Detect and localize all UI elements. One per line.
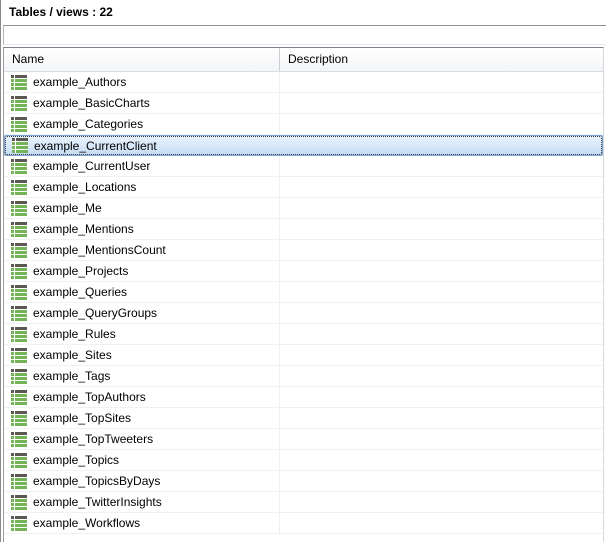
- table-icon: [11, 411, 27, 426]
- filter-input[interactable]: [3, 25, 606, 45]
- table-icon: [11, 285, 27, 300]
- row-name: example_TopicsByDays: [33, 474, 160, 488]
- row-name: example_Me: [33, 201, 102, 215]
- row-name: example_Authors: [33, 75, 126, 89]
- row-name: example_BasicCharts: [33, 96, 150, 110]
- list-body: example_Authors example_BasicCharts exam…: [4, 72, 603, 534]
- row-description: [281, 136, 602, 155]
- row-description: [280, 492, 603, 512]
- row-name: example_MentionsCount: [33, 243, 166, 257]
- table-row[interactable]: example_TwitterInsights: [4, 492, 603, 513]
- table-icon: [11, 180, 27, 195]
- table-icon: [11, 369, 27, 384]
- table-row[interactable]: example_MentionsCount: [4, 240, 603, 261]
- tables-list: Name Description example_Authors example…: [3, 47, 604, 542]
- row-name: example_Workflows: [33, 516, 140, 530]
- table-icon: [11, 243, 27, 258]
- table-icon: [11, 327, 27, 342]
- panel-title: Tables / views : 22: [1, 0, 606, 25]
- table-row[interactable]: example_Authors: [4, 72, 603, 93]
- table-icon: [11, 201, 27, 216]
- row-description: [280, 114, 603, 134]
- row-name: example_Sites: [33, 348, 112, 362]
- table-row[interactable]: example_BasicCharts: [4, 93, 603, 114]
- row-name: example_Rules: [33, 327, 116, 341]
- row-description: [280, 324, 603, 344]
- table-icon: [11, 117, 27, 132]
- row-description: [280, 156, 603, 176]
- table-icon: [12, 138, 28, 153]
- row-description: [280, 366, 603, 386]
- row-description: [280, 450, 603, 470]
- row-description: [280, 303, 603, 323]
- table-row[interactable]: example_Categories: [4, 114, 603, 135]
- table-icon: [11, 516, 27, 531]
- table-icon: [11, 159, 27, 174]
- table-row[interactable]: example_Tags: [4, 366, 603, 387]
- row-description: [280, 513, 603, 533]
- table-row[interactable]: example_Projects: [4, 261, 603, 282]
- table-icon: [11, 432, 27, 447]
- table-row[interactable]: example_Queries: [4, 282, 603, 303]
- table-icon: [11, 306, 27, 321]
- row-name: example_TwitterInsights: [33, 495, 162, 509]
- row-name: example_Locations: [33, 180, 136, 194]
- row-name: example_TopAuthors: [33, 390, 146, 404]
- row-name: example_Projects: [33, 264, 128, 278]
- list-header: Name Description: [4, 48, 603, 72]
- column-header-description[interactable]: Description: [280, 48, 603, 71]
- row-description: [280, 387, 603, 407]
- tables-views-panel: Tables / views : 22 Name Description exa…: [0, 0, 606, 542]
- row-description: [280, 198, 603, 218]
- table-icon: [11, 453, 27, 468]
- row-description: [280, 72, 603, 92]
- table-row[interactable]: example_TopSites: [4, 408, 603, 429]
- row-description: [280, 408, 603, 428]
- row-name: example_Tags: [33, 369, 110, 383]
- table-row-selected[interactable]: example_CurrentClient: [4, 135, 603, 156]
- table-row[interactable]: example_QueryGroups: [4, 303, 603, 324]
- row-description: [280, 261, 603, 281]
- row-name: example_CurrentUser: [33, 159, 150, 173]
- row-name: example_QueryGroups: [33, 306, 157, 320]
- table-row[interactable]: example_CurrentUser: [4, 156, 603, 177]
- row-description: [280, 345, 603, 365]
- table-row[interactable]: example_Me: [4, 198, 603, 219]
- table-row[interactable]: example_TopTweeters: [4, 429, 603, 450]
- table-icon: [11, 390, 27, 405]
- row-description: [280, 93, 603, 113]
- table-row[interactable]: example_TopAuthors: [4, 387, 603, 408]
- table-icon: [11, 474, 27, 489]
- row-name: example_CurrentClient: [34, 139, 157, 153]
- table-icon: [11, 222, 27, 237]
- table-icon: [11, 264, 27, 279]
- row-name: example_Queries: [33, 285, 127, 299]
- table-icon: [11, 75, 27, 90]
- row-name: example_TopTweeters: [33, 432, 153, 446]
- table-icon: [11, 348, 27, 363]
- table-row[interactable]: example_Locations: [4, 177, 603, 198]
- row-description: [280, 219, 603, 239]
- row-name: example_Categories: [33, 117, 143, 131]
- row-description: [280, 471, 603, 491]
- row-description: [280, 240, 603, 260]
- row-name: example_TopSites: [33, 411, 131, 425]
- table-row[interactable]: example_Sites: [4, 345, 603, 366]
- row-description: [280, 429, 603, 449]
- table-icon: [11, 495, 27, 510]
- table-row[interactable]: example_Rules: [4, 324, 603, 345]
- row-description: [280, 177, 603, 197]
- table-row[interactable]: example_Topics: [4, 450, 603, 471]
- column-header-name[interactable]: Name: [4, 48, 280, 71]
- table-row[interactable]: example_TopicsByDays: [4, 471, 603, 492]
- row-description: [280, 282, 603, 302]
- table-row[interactable]: example_Workflows: [4, 513, 603, 534]
- table-row[interactable]: example_Mentions: [4, 219, 603, 240]
- row-name: example_Topics: [33, 453, 119, 467]
- row-name: example_Mentions: [33, 222, 134, 236]
- table-icon: [11, 96, 27, 111]
